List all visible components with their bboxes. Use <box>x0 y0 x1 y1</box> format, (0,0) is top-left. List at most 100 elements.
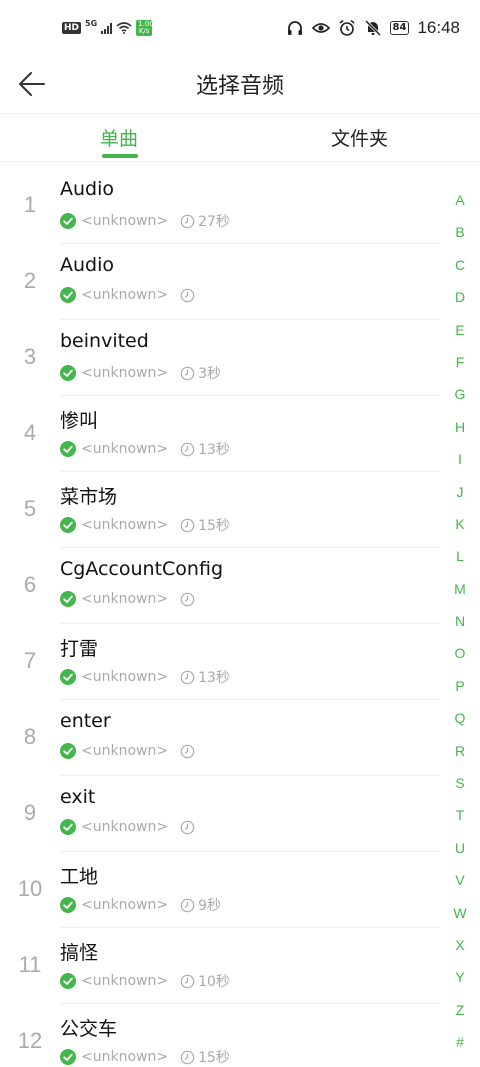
item-meta: <unknown> 13秒 <box>60 439 230 459</box>
item-meta: <unknown> 3秒 <box>60 363 221 383</box>
alphabet-letter[interactable]: B <box>444 216 476 248</box>
list-item[interactable]: 2 Audio <unknown> <box>0 244 440 320</box>
item-title: 惨叫 <box>60 410 99 432</box>
check-circle-icon <box>60 213 76 229</box>
list-item[interactable]: 4 惨叫 <unknown> 13秒 <box>0 396 440 472</box>
item-title: Audio <box>60 254 115 276</box>
item-meta: <unknown> 27秒 <box>60 211 230 231</box>
alphabet-letter[interactable]: G <box>444 378 476 410</box>
alphabet-letter[interactable]: W <box>444 897 476 929</box>
alphabet-letter[interactable]: L <box>444 540 476 572</box>
tab-singles[interactable]: 单曲 <box>100 124 138 151</box>
alphabet-letter[interactable]: Z <box>444 994 476 1026</box>
clock-icon <box>180 744 195 758</box>
status-right: 84 16:48 <box>286 18 460 38</box>
alphabet-letter[interactable]: S <box>444 767 476 799</box>
alphabet-letter[interactable]: U <box>444 832 476 864</box>
clock-icon <box>180 592 195 606</box>
item-duration: 15秒 <box>198 518 230 534</box>
alphabet-letter[interactable]: V <box>444 864 476 896</box>
wifi-icon <box>116 22 132 34</box>
alphabet-letter[interactable]: D <box>444 281 476 313</box>
alphabet-letter[interactable]: C <box>444 249 476 281</box>
item-artist: <unknown> <box>81 213 169 229</box>
check-circle-icon <box>60 591 76 607</box>
clock-icon <box>180 366 195 380</box>
alphabet-letter[interactable]: F <box>444 346 476 378</box>
item-title: 搞怪 <box>60 942 99 964</box>
item-artist: <unknown> <box>81 743 169 759</box>
item-number: 4 <box>23 420 37 445</box>
item-title: exit <box>60 786 96 808</box>
alphabet-letter[interactable]: E <box>444 314 476 346</box>
item-title: beinvited <box>60 330 149 352</box>
list-item[interactable]: 10 工地 <unknown> 9秒 <box>0 852 440 928</box>
clock-icon <box>180 974 195 988</box>
alphabet-letter[interactable]: X <box>444 929 476 961</box>
alphabet-letter[interactable]: N <box>444 605 476 637</box>
alphabet-index[interactable]: A B C D E F G H I J K L M N O P Q R S T U V W X Y Z # <box>444 184 476 1059</box>
network-type: 5G <box>85 18 98 28</box>
item-artist: <unknown> <box>81 897 169 913</box>
alphabet-letter[interactable]: J <box>444 476 476 508</box>
alphabet-letter[interactable]: P <box>444 670 476 702</box>
alphabet-letter[interactable]: T <box>444 799 476 831</box>
list-item[interactable]: 11 搞怪 <unknown> 10秒 <box>0 928 440 1004</box>
item-meta: <unknown> 15秒 <box>60 1047 230 1067</box>
item-meta: <unknown> <box>60 743 198 759</box>
item-artist: <unknown> <box>81 517 169 533</box>
headphones-icon <box>287 21 302 35</box>
item-meta: <unknown> 13秒 <box>60 667 230 687</box>
item-number: 8 <box>23 724 37 749</box>
list-item[interactable]: 8 enter <unknown> <box>0 700 440 776</box>
clock-icon <box>180 288 195 302</box>
clock-time: 16:48 <box>417 18 460 37</box>
list-item[interactable]: 3 beinvited <unknown> 3秒 <box>0 320 440 396</box>
check-circle-icon <box>60 1049 76 1065</box>
item-artist: <unknown> <box>81 591 169 607</box>
check-circle-icon <box>60 441 76 457</box>
item-duration: 3秒 <box>198 366 221 382</box>
alphabet-letter[interactable]: O <box>444 637 476 669</box>
check-circle-icon <box>60 743 76 759</box>
item-number: 2 <box>23 268 37 293</box>
alphabet-letter[interactable]: R <box>444 735 476 767</box>
list-item[interactable]: 6 CgAccountConfig <unknown> <box>0 548 440 624</box>
item-duration: 13秒 <box>198 442 230 458</box>
page-title: 选择音频 <box>195 74 284 99</box>
alphabet-letter[interactable]: A <box>444 184 476 216</box>
list-item[interactable]: 5 菜市场 <unknown> 15秒 <box>0 472 440 548</box>
list-item[interactable]: 1 Audio <unknown> 27秒 <box>0 168 440 244</box>
list-item[interactable]: 9 exit <unknown> <box>0 776 440 852</box>
clock-icon <box>180 442 195 456</box>
item-artist: <unknown> <box>81 973 169 989</box>
alphabet-letter[interactable]: K <box>444 508 476 540</box>
alphabet-letter[interactable]: I <box>444 443 476 475</box>
check-circle-icon <box>60 287 76 303</box>
clock-icon <box>180 898 195 912</box>
check-circle-icon <box>60 517 76 533</box>
item-title: 打雷 <box>60 638 99 660</box>
alphabet-letter[interactable]: Q <box>444 702 476 734</box>
eye-icon <box>311 23 330 33</box>
alphabet-letter[interactable]: Y <box>444 961 476 993</box>
item-number: 9 <box>23 800 37 825</box>
check-circle-icon <box>60 973 76 989</box>
data-speed-badge: 1.00 K/s <box>136 20 154 36</box>
alphabet-letter[interactable]: H <box>444 411 476 443</box>
list-item[interactable]: 12 公交车 <unknown> 15秒 <box>0 1004 440 1067</box>
item-number: 6 <box>23 572 37 597</box>
list-item[interactable]: 7 打雷 <unknown> 13秒 <box>0 624 440 700</box>
item-number: 1 <box>23 192 37 217</box>
clock-icon <box>180 670 195 684</box>
tab-folders[interactable]: 文件夹 <box>331 124 388 151</box>
clock-icon <box>180 1050 195 1064</box>
item-number: 3 <box>23 344 37 369</box>
alphabet-letter[interactable]: M <box>444 573 476 605</box>
alphabet-letter[interactable]: # <box>444 1026 476 1058</box>
item-duration: 15秒 <box>198 1050 230 1066</box>
status-bar: HD 5G 1.00 K/s 84 16:48 <box>0 0 480 58</box>
item-meta: <unknown> <box>60 819 198 835</box>
item-duration: 9秒 <box>198 898 221 914</box>
item-artist: <unknown> <box>81 287 169 303</box>
